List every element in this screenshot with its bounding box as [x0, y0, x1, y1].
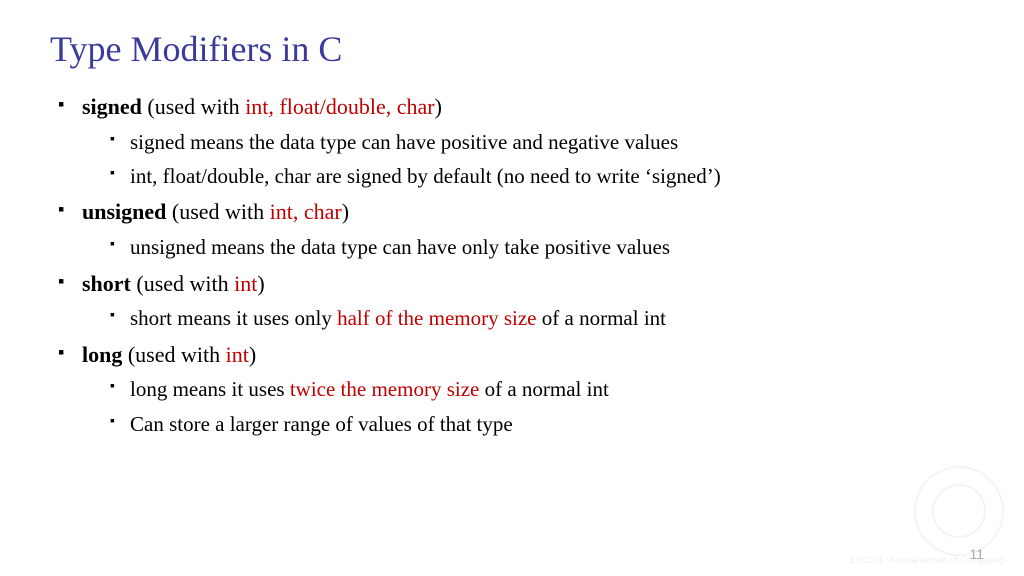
list-item: unsigned (used with int, char) unsigned … [58, 197, 974, 262]
sub-list: unsigned means the data type can have on… [82, 233, 974, 262]
logo-watermark [914, 466, 1004, 556]
type-list: int [234, 271, 257, 296]
sub-item: Can store a larger range of values of th… [110, 410, 974, 439]
sub-item: int, float/double, char are signed by de… [110, 162, 974, 191]
sub-item: long means it uses twice the memory size… [110, 375, 974, 404]
type-list: int, float/double, char [245, 94, 434, 119]
text-segment: (used with [131, 271, 234, 296]
keyword: unsigned [82, 199, 166, 224]
keyword: short [82, 271, 131, 296]
text-segment: short means it uses only [130, 306, 337, 330]
keyword: signed [82, 94, 142, 119]
list-item: signed (used with int, float/double, cha… [58, 92, 974, 191]
text-highlight: half of the memory size [337, 306, 536, 330]
text-segment: ) [435, 94, 442, 119]
keyword: long [82, 342, 122, 367]
text-segment: ) [342, 199, 349, 224]
text-highlight: twice the memory size [290, 377, 480, 401]
slide-title: Type Modifiers in C [50, 28, 974, 70]
list-item: short (used with int) short means it use… [58, 269, 974, 334]
text-segment: long means it uses [130, 377, 290, 401]
type-list: int [226, 342, 249, 367]
text-segment: ) [249, 342, 256, 367]
sub-item: unsigned means the data type can have on… [110, 233, 974, 262]
sub-list: short means it uses only half of the mem… [82, 304, 974, 333]
text-segment: (used with [122, 342, 225, 367]
page-number: 11 [969, 546, 984, 562]
text-segment: (used with [166, 199, 269, 224]
bullet-list: signed (used with int, float/double, cha… [50, 92, 974, 439]
text-segment: ) [257, 271, 264, 296]
list-item: long (used with int) long means it uses … [58, 340, 974, 439]
sub-item: short means it uses only half of the mem… [110, 304, 974, 333]
sub-list: signed means the data type can have posi… [82, 128, 974, 192]
type-list: int, char [270, 199, 342, 224]
sub-item: signed means the data type can have posi… [110, 128, 974, 157]
text-segment: of a normal int [479, 377, 608, 401]
sub-list: long means it uses twice the memory size… [82, 375, 974, 439]
text-segment: of a normal int [537, 306, 666, 330]
text-segment: (used with [142, 94, 245, 119]
